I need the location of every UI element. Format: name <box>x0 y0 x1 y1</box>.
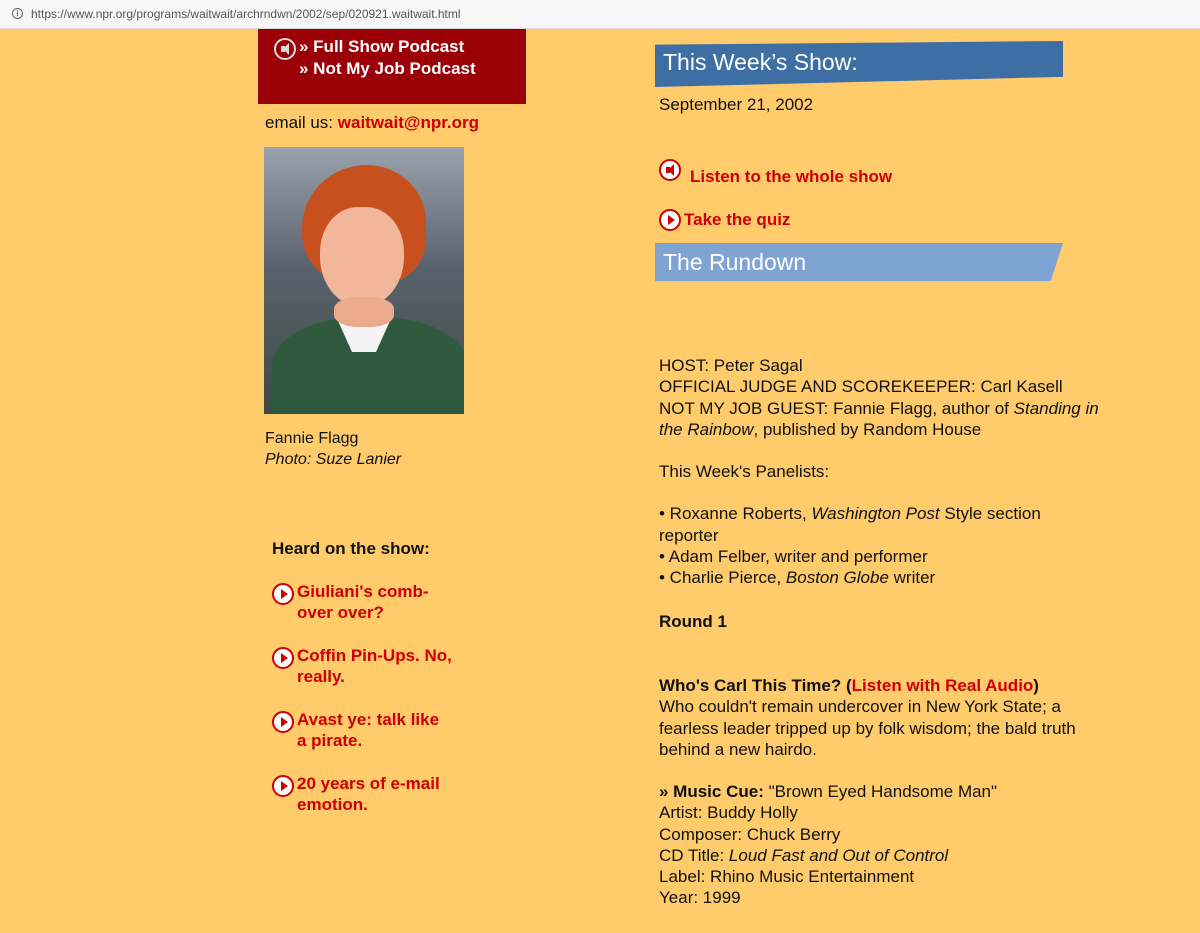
heard-item[interactable]: 20 years of e-mail emotion. <box>272 773 487 815</box>
rundown-banner: The Rundown <box>655 243 1063 281</box>
label-line: Label: Rhino Music Entertainment <box>659 867 915 887</box>
heard-item[interactable]: Avast ye: talk like a pirate. <box>272 709 487 751</box>
panelist-item: • Adam Felber, writer and performer <box>659 546 928 566</box>
speaker-icon[interactable] <box>659 159 681 181</box>
guest-line: NOT MY JOB GUEST: Fannie Flagg, author o… <box>659 398 1099 439</box>
full-show-podcast-link[interactable]: » Full Show Podcast <box>299 37 464 57</box>
heard-item-line[interactable]: emotion. <box>297 794 487 815</box>
segment-description: behind a new hairdo. <box>659 739 817 759</box>
year-line: Year: 1999 <box>659 888 741 908</box>
not-my-job-podcast-link[interactable]: » Not My Job Podcast <box>299 59 476 79</box>
play-arrow-icon[interactable] <box>272 775 294 797</box>
panelist-item: • Roxanne Roberts, Washington Post Style… <box>659 504 1041 545</box>
guest-photo <box>264 147 464 414</box>
panelists-heading: This Week's Panelists: <box>659 462 830 481</box>
email-label: email us: <box>265 113 334 132</box>
heard-item-line[interactable]: Giuliani's comb- <box>297 581 487 602</box>
heard-on-show-heading: Heard on the show: <box>272 539 430 558</box>
artist-line: Artist: Buddy Holly <box>659 803 798 823</box>
heard-item-line[interactable]: 20 years of e-mail <box>297 773 487 794</box>
play-arrow-icon[interactable] <box>659 209 681 231</box>
listen-whole-show-label[interactable]: Listen to the whole show <box>690 167 892 187</box>
segment-title: Who's Carl This Time? ( <box>659 676 852 695</box>
music-cue-song: "Brown Eyed Handsome Man" <box>768 782 998 801</box>
info-icon[interactable]: i <box>12 8 23 19</box>
composer-line: Composer: Chuck Berry <box>659 824 841 844</box>
heard-item-line[interactable]: Coffin Pin-Ups. No, <box>297 645 487 666</box>
this-week-banner: This Week’s Show: <box>655 41 1063 87</box>
host-line: HOST: Peter Sagal <box>659 356 803 375</box>
segment-block: Who's Carl This Time? (Listen with Real … <box>659 675 1159 760</box>
caption-name: Fannie Flagg <box>265 430 359 447</box>
browser-address-bar[interactable]: i https://www.npr.org/programs/waitwait/… <box>0 0 1200 29</box>
heard-item-line[interactable]: over over? <box>297 602 487 623</box>
heard-item[interactable]: Giuliani's comb-over over? <box>272 581 487 623</box>
podcast-box: » Full Show Podcast » Not My Job Podcast <box>258 29 526 104</box>
play-arrow-icon[interactable] <box>272 583 294 605</box>
heard-item[interactable]: Coffin Pin-Ups. No, really. <box>272 645 487 687</box>
listen-real-audio-link[interactable]: Listen with Real Audio <box>852 676 1034 695</box>
music-cue-label: » Music Cue: <box>659 782 764 801</box>
caption-credit: Photo: Suze Lanier <box>265 451 402 468</box>
credits-block: HOST: Peter Sagal OFFICIAL JUDGE AND SCO… <box>659 355 1159 440</box>
panelist-item: • Charlie Pierce, Boston Globe writer <box>659 568 936 588</box>
panelists-block: This Week's Panelists: • Roxanne Roberts… <box>659 461 1159 588</box>
photo-caption: Fannie Flagg Photo: Suze Lanier <box>265 428 401 470</box>
play-arrow-icon[interactable] <box>272 647 294 669</box>
play-arrow-icon[interactable] <box>272 711 294 733</box>
segment-description: fearless leader tripped up by folk wisdo… <box>659 718 1076 738</box>
email-link[interactable]: waitwait@npr.org <box>338 113 479 132</box>
heard-item-line[interactable]: Avast ye: talk like <box>297 709 487 730</box>
email-row: email us: waitwait@npr.org <box>265 113 479 133</box>
take-quiz-label[interactable]: Take the quiz <box>684 210 790 230</box>
segment-description: Who couldn't remain undercover in New Yo… <box>659 697 1062 717</box>
heard-item-line[interactable]: a pirate. <box>297 730 487 751</box>
speaker-icon[interactable] <box>274 38 296 60</box>
url-text[interactable]: https://www.npr.org/programs/waitwait/ar… <box>31 7 461 21</box>
cd-title-line: CD Title: Loud Fast and Out of Control <box>659 845 949 865</box>
heard-item-line[interactable]: really. <box>297 666 487 687</box>
music-cue-block: » Music Cue: "Brown Eyed Handsome Man" A… <box>659 781 1159 909</box>
judge-line: OFFICIAL JUDGE AND SCOREKEEPER: Carl Kas… <box>659 377 1063 397</box>
round-heading: Round 1 <box>659 612 727 631</box>
show-date: September 21, 2002 <box>659 95 814 114</box>
